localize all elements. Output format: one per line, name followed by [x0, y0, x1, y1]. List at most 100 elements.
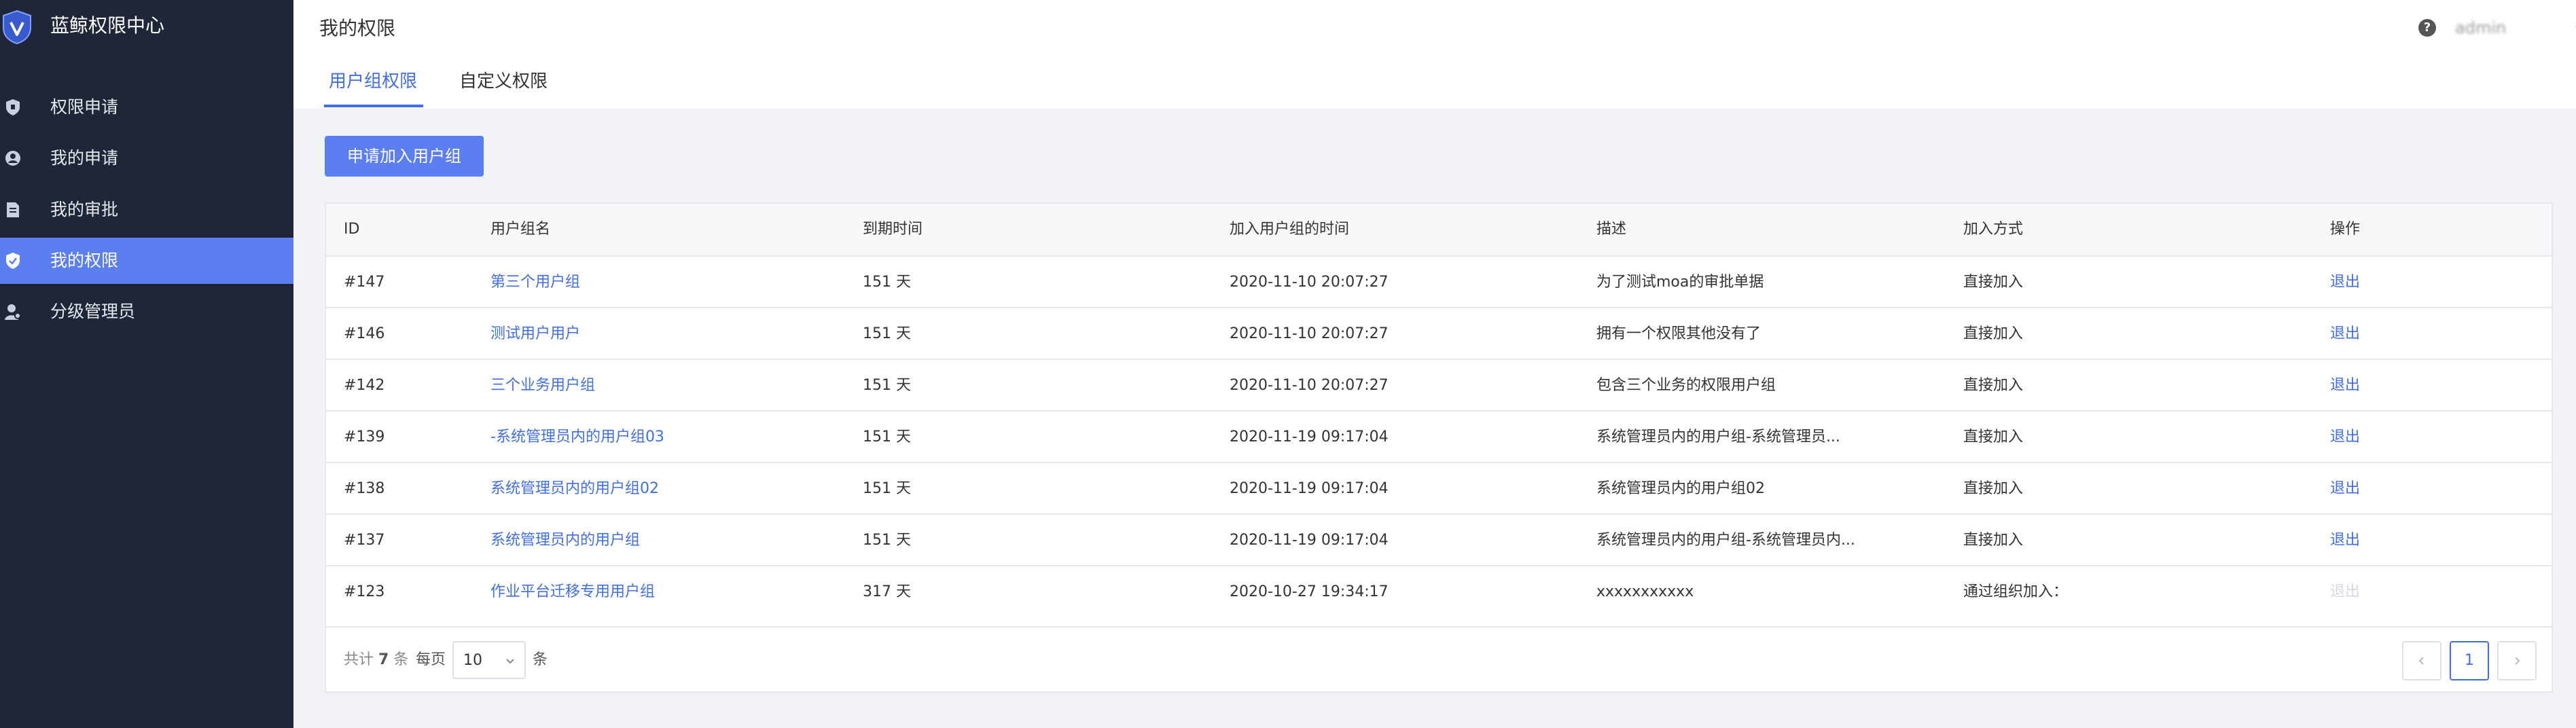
column-header-id: ID	[344, 221, 360, 238]
chevron-left-icon	[2418, 657, 2424, 665]
total-count: 共计 7 条	[344, 651, 409, 668]
exit-group-link[interactable]: 退出	[2330, 374, 2360, 398]
cell-join-method: 直接加入	[1963, 377, 2024, 394]
cell-description: xxxxxxxxxxx	[1596, 583, 1694, 600]
cell-expire: 151 天	[863, 325, 911, 342]
table-footer: 共计 7 条 每页 10 条 1	[326, 626, 2552, 691]
tab-user-group-permissions[interactable]: 用户组权限	[329, 68, 417, 95]
column-header-description: 描述	[1596, 221, 1627, 238]
cell-join-method: 直接加入	[1963, 532, 2024, 549]
cell-description: 系统管理员内的用户组-系统管理员内...	[1596, 532, 1855, 549]
per-page-label: 每页	[416, 651, 446, 668]
cell-group-name-link[interactable]: 系统管理员内的用户组02	[490, 477, 659, 501]
chevron-down-icon[interactable]	[2573, 22, 2576, 34]
per-page-unit: 条	[533, 651, 548, 668]
document-icon	[7, 202, 19, 217]
cell-group-name-link[interactable]: 第三个用户组	[490, 270, 580, 295]
sidebar-item-admin-levels[interactable]: 分级管理员	[0, 289, 293, 335]
cell-id: #123	[344, 583, 385, 600]
cell-group-name-link[interactable]: 三个业务用户组	[490, 374, 595, 398]
sidebar-item-my-approvals[interactable]: 我的审批	[0, 187, 293, 233]
column-header-expire: 到期时间	[863, 221, 923, 238]
cell-description: 系统管理员内的用户组02	[1596, 480, 1765, 497]
user-admin-icon	[5, 304, 21, 320]
cell-description: 系统管理员内的用户组-系统管理员...	[1596, 429, 1840, 445]
table-row: #142 三个业务用户组 151 天 2020-11-10 20:07:27 包…	[326, 360, 2552, 412]
column-header-group-name: 用户组名	[490, 221, 551, 238]
sidebar-item-label: 我的申请	[50, 148, 119, 168]
sidebar-item-label: 权限申请	[50, 97, 119, 117]
exit-group-link-disabled: 退出	[2330, 583, 2361, 600]
header: 我的权限 用户组权限 自定义权限 ? admin	[293, 0, 2576, 109]
tab-custom-permissions[interactable]: 自定义权限	[459, 68, 548, 95]
cell-id: #139	[344, 429, 385, 445]
column-header-join-method: 加入方式	[1963, 221, 2024, 238]
table-row: #138 系统管理员内的用户组02 151 天 2020-11-19 09:17…	[326, 463, 2552, 515]
cell-join-method: 直接加入	[1963, 274, 2024, 291]
user-circle-icon	[5, 151, 20, 166]
sidebar-item-label: 分级管理员	[50, 302, 136, 321]
sidebar-item-my-applications[interactable]: 我的申请	[0, 135, 293, 181]
exit-group-link[interactable]: 退出	[2330, 322, 2360, 346]
cell-group-name-link[interactable]: 测试用户用户	[490, 322, 580, 346]
exit-group-link[interactable]: 退出	[2330, 528, 2360, 553]
cell-description: 包含三个业务的权限用户组	[1596, 377, 1776, 394]
cell-description: 为了测试moa的审批单据	[1596, 274, 1764, 291]
table-row: #146 测试用户用户 151 天 2020-11-10 20:07:27 拥有…	[326, 308, 2552, 360]
cell-id: #146	[344, 325, 385, 342]
cell-expire: 317 天	[863, 583, 911, 600]
cell-id: #137	[344, 532, 385, 549]
table-row: #147 第三个用户组 151 天 2020-11-10 20:07:27 为了…	[326, 257, 2552, 308]
next-page-button[interactable]	[2497, 641, 2537, 680]
column-header-action: 操作	[2330, 221, 2361, 238]
cell-expire: 151 天	[863, 480, 911, 497]
chevron-down-icon	[506, 659, 514, 664]
exit-group-link[interactable]: 退出	[2330, 477, 2360, 501]
cell-join-method: 直接加入	[1963, 480, 2024, 497]
apply-join-group-button[interactable]: 申请加入用户组	[325, 136, 484, 177]
cell-id: #142	[344, 377, 385, 394]
cell-join-time: 2020-11-10 20:07:27	[1230, 377, 1389, 394]
page-size-value: 10	[463, 652, 482, 669]
chevron-right-icon	[2515, 657, 2520, 665]
active-tab-indicator	[324, 105, 423, 107]
cell-group-name-link[interactable]: -系统管理员内的用户组03	[490, 425, 664, 450]
brand: 蓝鲸权限中心	[0, 0, 293, 54]
cell-id: #138	[344, 480, 385, 497]
cell-join-time: 2020-10-27 19:34:17	[1230, 583, 1389, 600]
shield-check-icon	[6, 253, 20, 269]
shield-icon	[6, 99, 20, 115]
cell-expire: 151 天	[863, 377, 911, 394]
cell-id: #147	[344, 274, 385, 291]
cell-group-name-link[interactable]: 作业平台迁移专用用户组	[490, 580, 655, 604]
table-row: #137 系统管理员内的用户组 151 天 2020-11-19 09:17:0…	[326, 515, 2552, 566]
logo-icon	[3, 10, 31, 45]
cell-join-method: 直接加入	[1963, 429, 2024, 445]
prev-page-button[interactable]	[2402, 641, 2441, 680]
column-header-join-time: 加入用户组的时间	[1230, 221, 1350, 238]
sidebar-item-permission-apply[interactable]: 权限申请	[0, 84, 293, 130]
page-button-current[interactable]: 1	[2450, 641, 2489, 680]
sidebar-item-my-permissions[interactable]: 我的权限	[0, 238, 293, 284]
username[interactable]: admin	[2455, 18, 2506, 38]
cell-expire: 151 天	[863, 274, 911, 291]
table-row: #123 作业平台迁移专用用户组 317 天 2020-10-27 19:34:…	[326, 566, 2552, 618]
sidebar-item-label: 我的审批	[50, 200, 119, 219]
page-size-select[interactable]: 10	[452, 641, 526, 679]
sidebar: 蓝鲸权限中心 权限申请 我的申请 我的审批 我的权限 分级管理员	[0, 0, 293, 728]
exit-group-link[interactable]: 退出	[2330, 270, 2360, 295]
cell-join-method: 通过组织加入：	[1963, 583, 2069, 600]
table-row: #139 -系统管理员内的用户组03 151 天 2020-11-19 09:1…	[326, 412, 2552, 463]
cell-join-method: 直接加入	[1963, 325, 2024, 342]
exit-group-link[interactable]: 退出	[2330, 425, 2360, 450]
cell-join-time: 2020-11-10 20:07:27	[1230, 325, 1389, 342]
app-title: 蓝鲸权限中心	[50, 14, 165, 37]
cell-join-time: 2020-11-19 09:17:04	[1230, 532, 1389, 549]
cell-join-time: 2020-11-19 09:17:04	[1230, 480, 1389, 497]
cell-join-time: 2020-11-10 20:07:27	[1230, 274, 1389, 291]
cell-group-name-link[interactable]: 系统管理员内的用户组	[490, 528, 640, 553]
table-header: ID 用户组名 到期时间 加入用户组的时间 描述 加入方式 操作	[326, 204, 2552, 257]
cell-join-time: 2020-11-19 09:17:04	[1230, 429, 1389, 445]
help-icon[interactable]: ?	[2418, 19, 2436, 37]
user-group-table: ID 用户组名 到期时间 加入用户组的时间 描述 加入方式 操作 #147 第三…	[325, 202, 2553, 693]
